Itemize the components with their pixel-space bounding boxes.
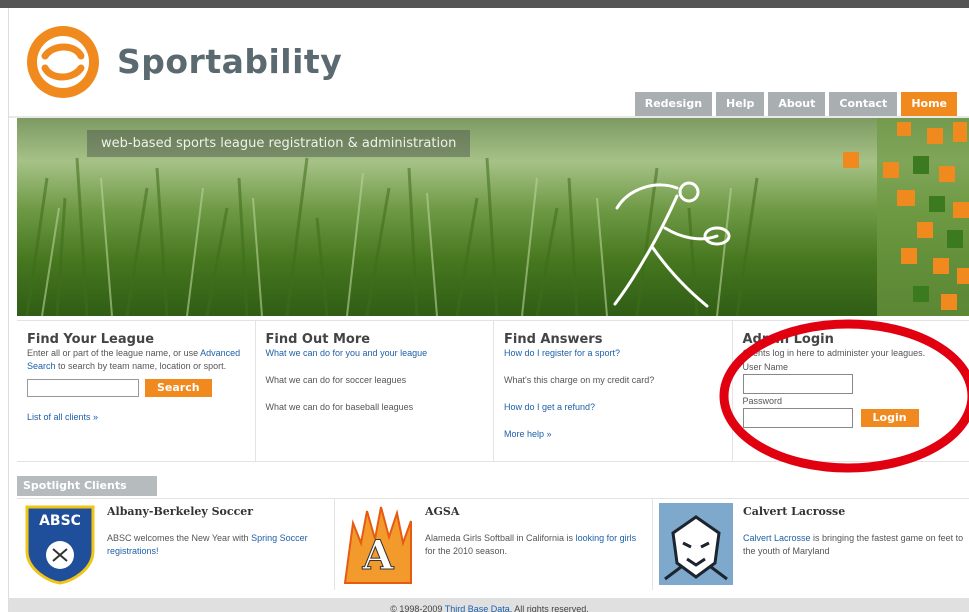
- admin-login-title: Admin Login: [742, 332, 834, 347]
- tab-home[interactable]: Home: [901, 92, 957, 116]
- client-description-2: for the 2010 season.: [425, 546, 508, 556]
- find-league-text-2: to search by team name, location or spor…: [58, 361, 227, 371]
- search-button[interactable]: Search: [145, 379, 212, 397]
- all-clients-link[interactable]: List of all clients »: [27, 412, 98, 422]
- register-help-link[interactable]: How do I register for a sport?: [504, 348, 620, 358]
- rights-text: All rights reserved.: [514, 604, 589, 612]
- copyright-text: © 1998-2009: [390, 604, 443, 612]
- calvert-lacrosse-link[interactable]: Calvert Lacrosse: [743, 533, 811, 543]
- find-answers-title: Find Answers: [504, 332, 603, 347]
- tab-redesign[interactable]: Redesign: [634, 92, 713, 116]
- client-description: Alameda Girls Softball in California is: [425, 533, 574, 543]
- admin-login-panel: Admin Login Clients log in here to admin…: [733, 321, 969, 461]
- login-button[interactable]: Login: [860, 409, 919, 427]
- tab-contact[interactable]: Contact: [829, 92, 898, 116]
- client-info: AGSA Alameda Girls Softball in Californi…: [415, 503, 646, 590]
- info-panels: Find Your League Enter all or part of th…: [17, 320, 969, 462]
- spotlight-heading: Spotlight Clients: [17, 476, 157, 496]
- agsa-flame-logo-icon[interactable]: A: [341, 503, 415, 585]
- main-nav: Redesign Help About Contact Home: [634, 92, 957, 116]
- tagline: web-based sports league registration & a…: [87, 130, 471, 157]
- client-card[interactable]: A AGSA Alameda Girls Softball in Califor…: [335, 499, 653, 590]
- soccer-leagues-text[interactable]: What we can do for soccer leagues: [266, 374, 484, 387]
- find-league-text: Enter all or part of the league name, or…: [27, 348, 199, 358]
- client-info: Calvert Lacrosse Calvert Lacrosse is bri…: [733, 503, 964, 590]
- tab-about[interactable]: About: [768, 92, 826, 116]
- league-services-link[interactable]: What we can do for you and your league: [266, 348, 428, 358]
- sportability-logo-icon[interactable]: [23, 22, 103, 102]
- find-league-title: Find Your League: [27, 332, 155, 347]
- site-title[interactable]: Sportability: [117, 42, 342, 81]
- hero-banner: web-based sports league registration & a…: [17, 118, 969, 316]
- password-input[interactable]: [742, 408, 853, 428]
- page: Sportability Redesign Help About Contact…: [8, 8, 969, 612]
- client-card[interactable]: ABSC Albany-Berkeley Soccer ABSC welcome…: [17, 499, 335, 590]
- baseball-leagues-text[interactable]: What we can do for baseball leagues: [266, 401, 484, 414]
- client-card[interactable]: Calvert Lacrosse Calvert Lacrosse is bri…: [653, 499, 969, 590]
- absc-shield-icon[interactable]: ABSC: [23, 503, 97, 585]
- agsa-logo-letter: A: [361, 532, 394, 579]
- find-more-panel: Find Out More What we can do for you and…: [256, 321, 494, 461]
- find-answers-panel: Find Answers How do I register for a spo…: [494, 321, 733, 461]
- login-intro: Clients log in here to administer your l…: [742, 348, 926, 358]
- spotlight-clients: ABSC Albany-Berkeley Soccer ABSC welcome…: [17, 498, 969, 590]
- client-name[interactable]: AGSA: [425, 505, 646, 518]
- tab-help[interactable]: Help: [716, 92, 765, 116]
- absc-logo-text: ABSC: [39, 513, 81, 529]
- password-row: Login: [742, 408, 961, 428]
- more-help-link[interactable]: More help »: [504, 429, 552, 439]
- client-name[interactable]: Albany-Berkeley Soccer: [107, 505, 328, 518]
- calvert-lacrosse-logo-icon[interactable]: [659, 503, 733, 585]
- top-border: [0, 0, 969, 8]
- looking-for-girls-link[interactable]: looking for girls: [576, 533, 637, 543]
- footer: © 1998-2009 Third Base Data. All rights …: [9, 598, 969, 612]
- client-info: Albany-Berkeley Soccer ABSC welcomes the…: [97, 503, 328, 590]
- league-search-input[interactable]: [27, 379, 139, 397]
- find-more-title: Find Out More: [265, 332, 371, 347]
- refund-link[interactable]: How do I get a refund?: [504, 402, 595, 412]
- search-row: Search: [27, 379, 245, 397]
- username-label: User Name: [742, 362, 789, 372]
- client-name[interactable]: Calvert Lacrosse: [743, 505, 964, 518]
- client-description: ABSC welcomes the New Year with: [107, 533, 249, 543]
- find-league-panel: Find Your League Enter all or part of th…: [17, 321, 256, 461]
- password-label: Password: [742, 396, 783, 406]
- credit-card-text[interactable]: What's this charge on my credit card?: [504, 374, 722, 387]
- third-base-data-link[interactable]: Third Base Data.: [445, 604, 513, 612]
- find-league-description: Enter all or part of the league name, or…: [27, 347, 245, 373]
- username-input[interactable]: [742, 374, 853, 394]
